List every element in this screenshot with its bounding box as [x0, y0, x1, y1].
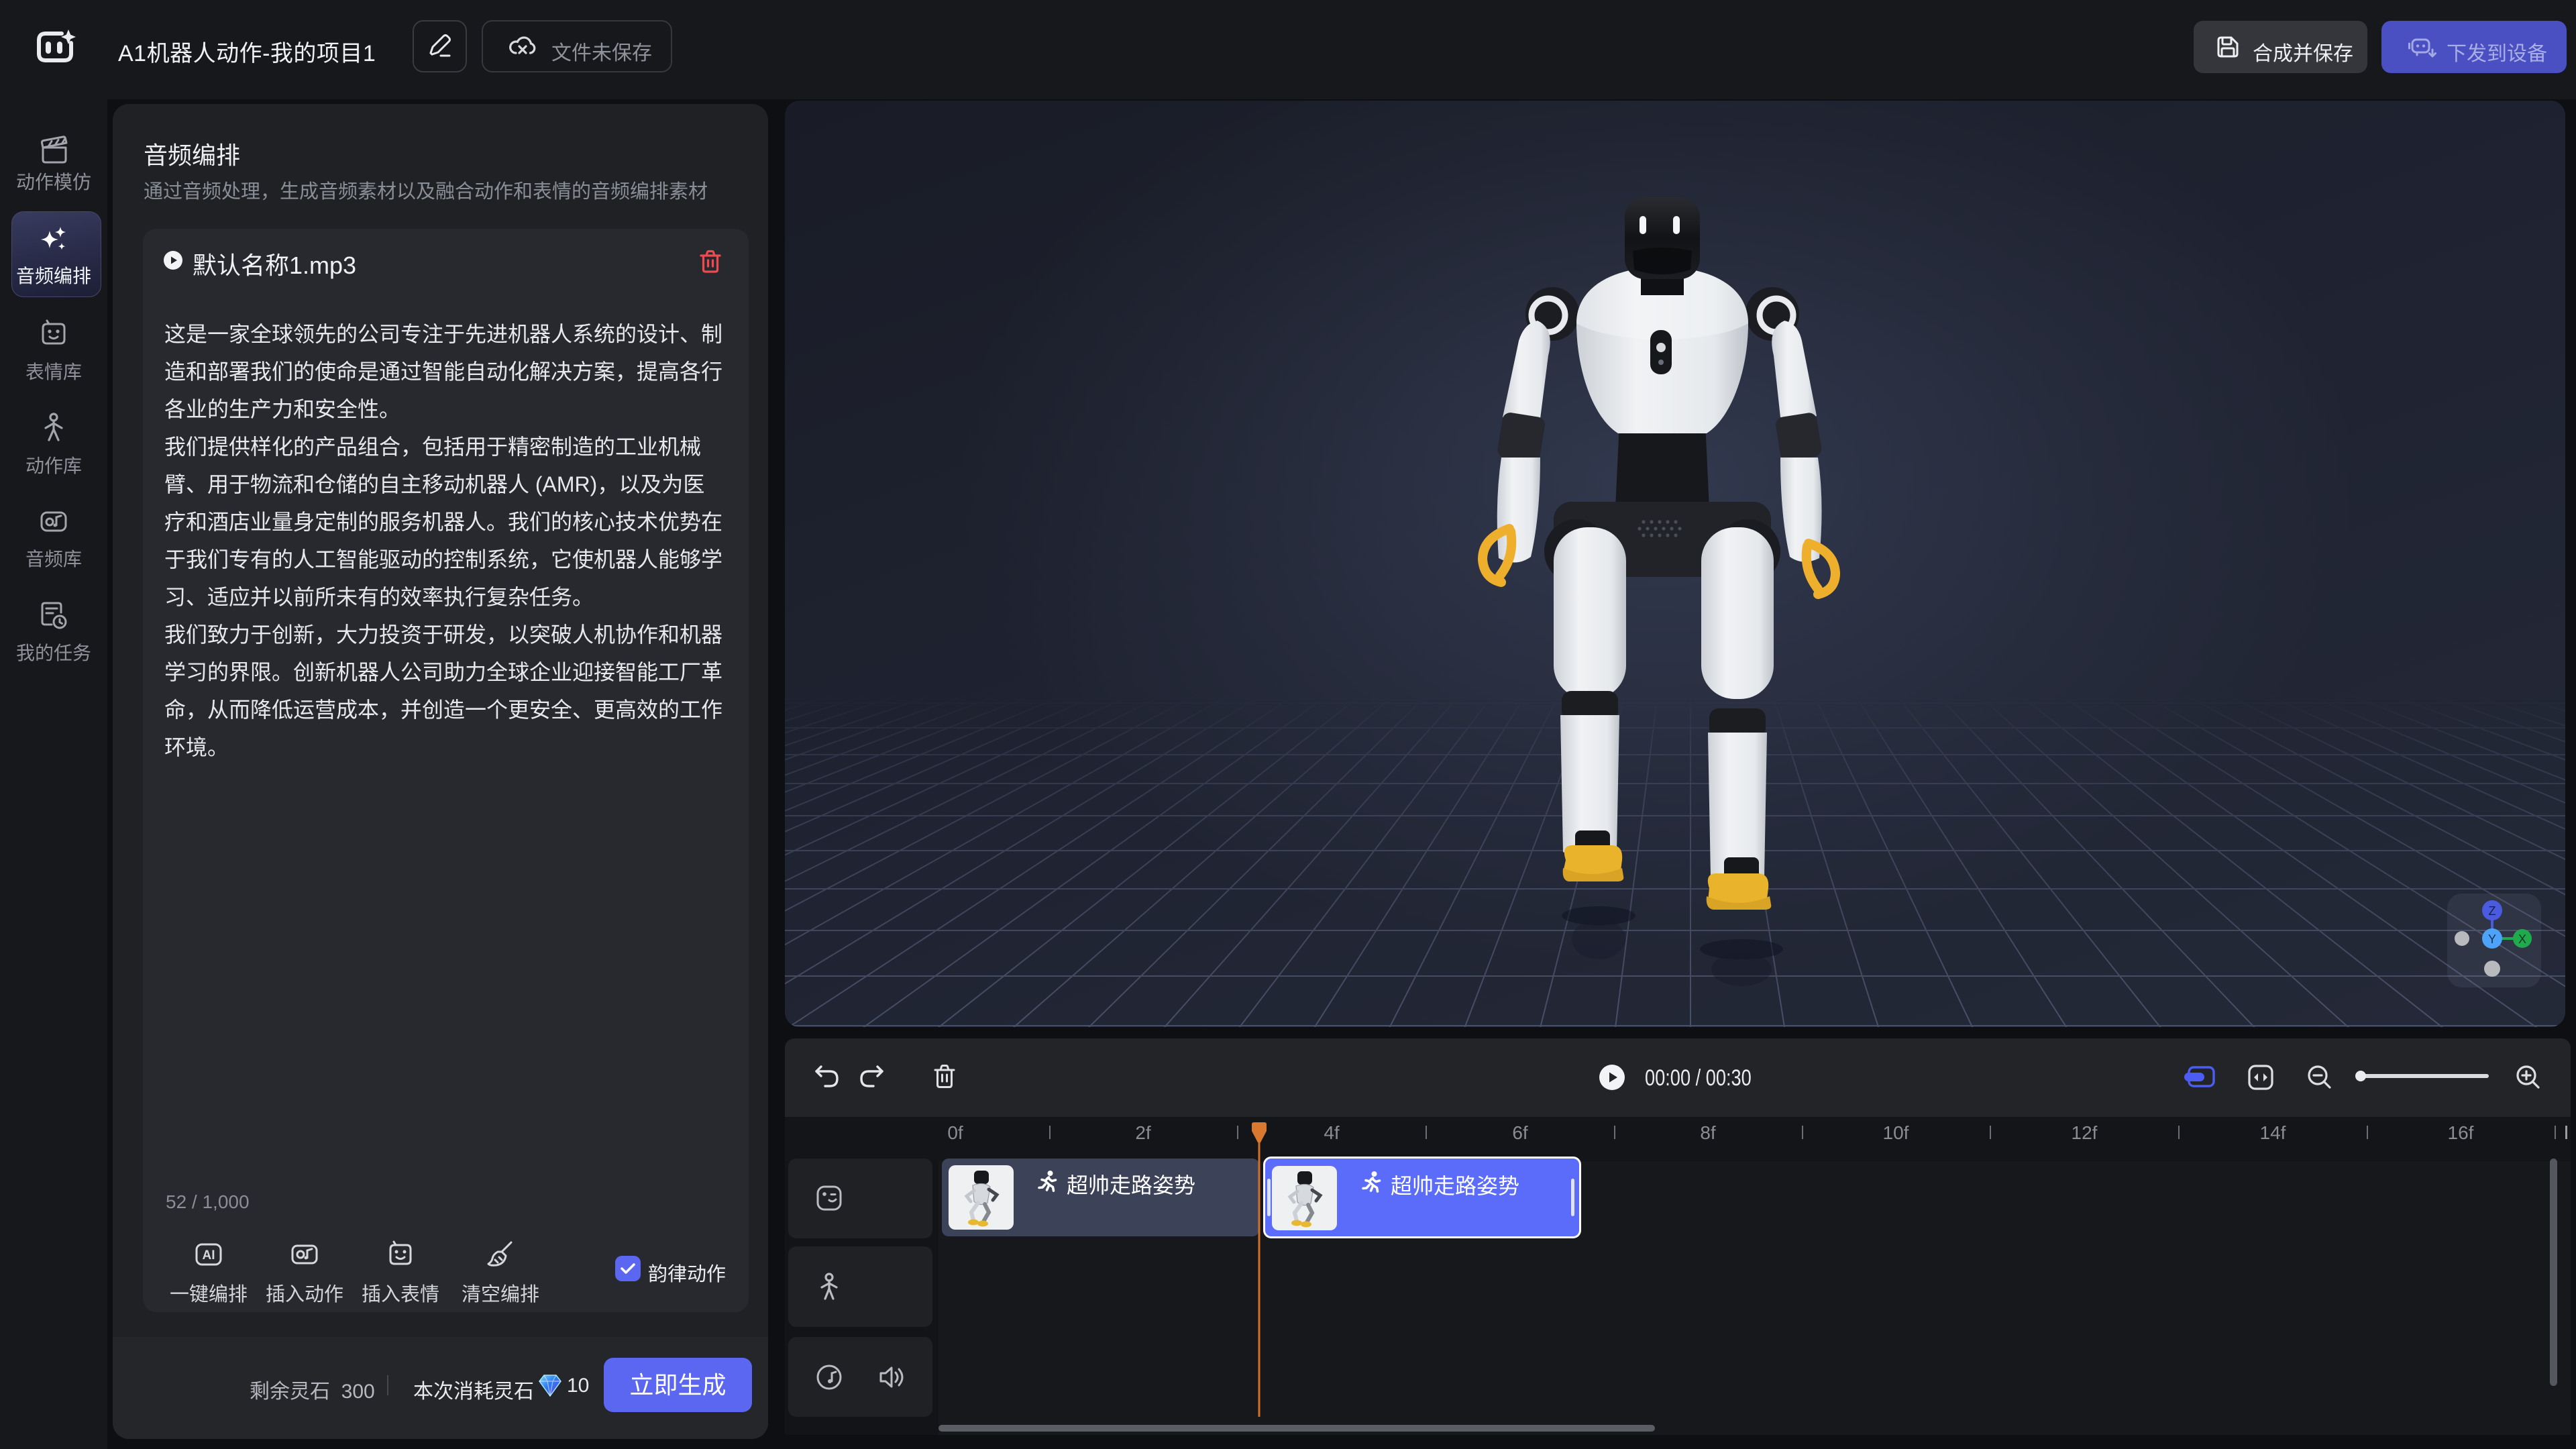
svg-text:X: X: [2518, 932, 2526, 946]
svg-text:Y: Y: [2488, 932, 2496, 946]
svg-text:AI: AI: [203, 1248, 215, 1263]
svg-text:Z: Z: [2489, 904, 2496, 918]
